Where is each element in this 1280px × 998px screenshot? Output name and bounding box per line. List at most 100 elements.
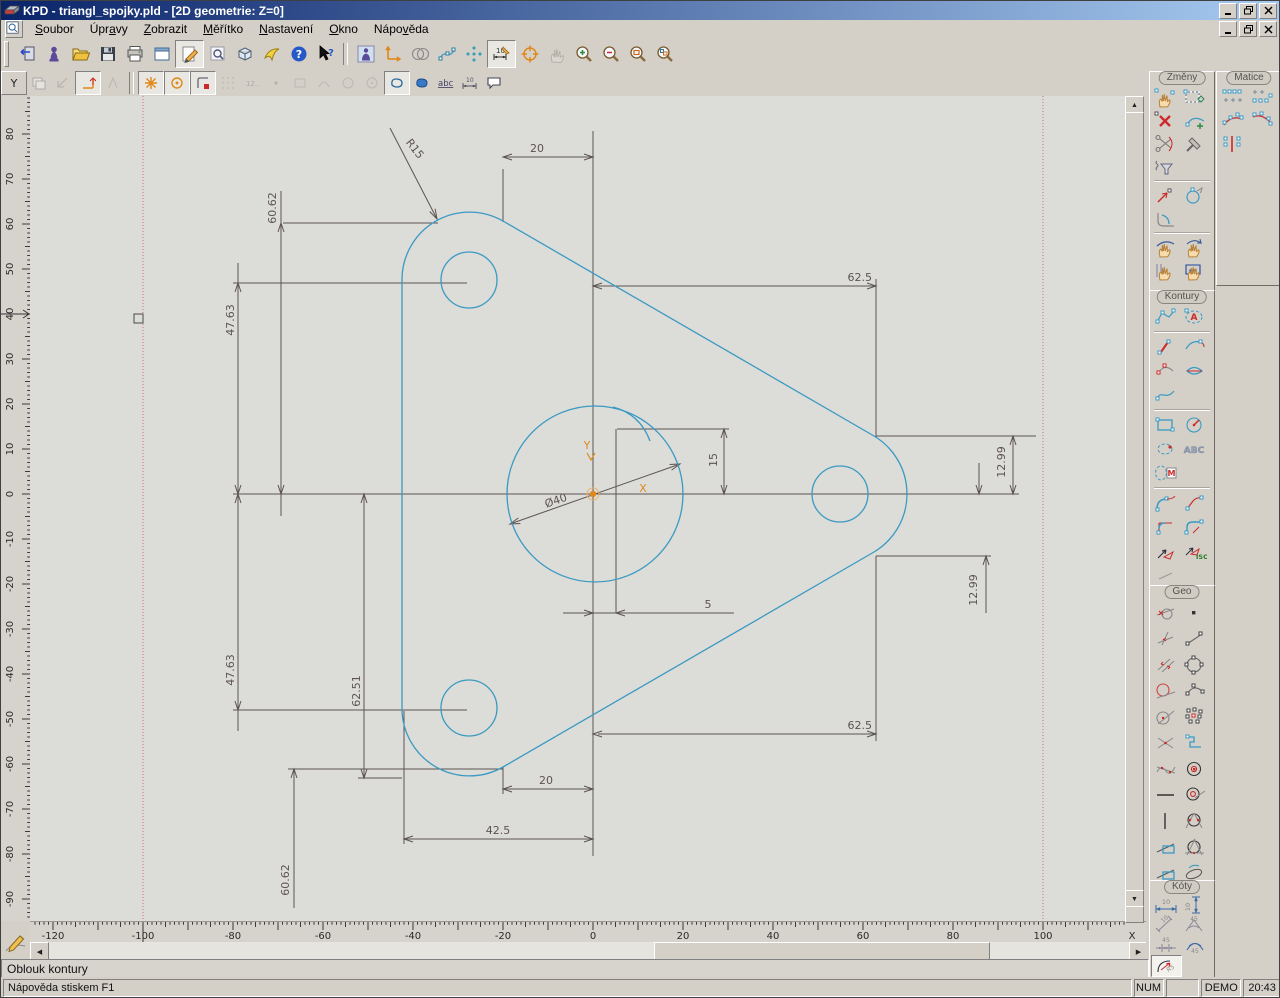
menu-npovda[interactable]: Nápověda — [366, 21, 437, 37]
preview-window-button[interactable] — [204, 41, 231, 67]
drag-window-hand-button[interactable] — [1180, 259, 1209, 282]
move-point-button[interactable] — [1151, 184, 1180, 207]
rectangle-button[interactable] — [1151, 413, 1180, 437]
freehand-curve-button[interactable] — [1151, 383, 1180, 407]
dim-labels-button[interactable]: 10 — [458, 72, 482, 94]
insert-point-button[interactable] — [1180, 109, 1209, 132]
circle-2-tangents-button[interactable] — [1180, 808, 1209, 834]
contour-arc-button[interactable] — [1180, 335, 1209, 359]
array-mirror-button[interactable] — [1218, 132, 1247, 155]
filter-funnel-button[interactable] — [1151, 155, 1180, 178]
mdi-restore-button[interactable] — [1239, 21, 1257, 37]
smash-element-button[interactable] — [1180, 132, 1209, 155]
snap-corner-button[interactable] — [75, 71, 101, 95]
menu-zobrazit[interactable]: Zobrazit — [136, 21, 195, 37]
contour-arc-segment[interactable] — [613, 407, 650, 441]
minimize-button[interactable] — [1219, 3, 1237, 19]
origin-axes-button[interactable] — [379, 41, 406, 67]
snap-circle-button[interactable] — [164, 71, 190, 95]
ellipse-point-button[interactable] — [1151, 437, 1180, 461]
mdi-close-button[interactable] — [1259, 21, 1277, 37]
profile-iso-button[interactable]: ISO — [1180, 539, 1209, 563]
edit-geometry-button[interactable] — [175, 40, 204, 68]
menu-okno[interactable]: Okno — [321, 21, 366, 37]
new-window-button[interactable] — [148, 41, 175, 67]
profile-arrow-button[interactable] — [1151, 539, 1180, 563]
part-manager-button[interactable] — [40, 41, 67, 67]
circle-tangent-button[interactable] — [1151, 678, 1180, 704]
view-3d-button[interactable] — [231, 41, 258, 67]
point-cloud-button[interactable] — [1180, 704, 1209, 730]
array-curve-2-button[interactable] — [1247, 109, 1276, 132]
show-dimensions-button[interactable]: 10 — [487, 40, 516, 68]
contour-outline-button[interactable] — [384, 71, 410, 95]
rect-angle-button[interactable] — [1151, 834, 1180, 860]
drawing-canvas[interactable]: Y X R15 20 62.5 12.99 12.99 Ø40 15 5 62.… — [30, 96, 1125, 921]
contour-fill-button[interactable] — [410, 72, 434, 94]
open-file-button[interactable] — [67, 41, 94, 67]
drag-arc-hand-button[interactable] — [1151, 236, 1180, 259]
comment-bubble-button[interactable] — [482, 72, 506, 94]
palette-title-geo[interactable]: Geo — [1165, 585, 1200, 599]
hole-upper-left[interactable] — [441, 252, 497, 308]
palette-title-zmeny[interactable]: Změny — [1159, 71, 1206, 85]
cut-scissors-button[interactable] — [1151, 132, 1180, 155]
horizontal-scrollbar[interactable]: ◀ ▶ — [30, 942, 1146, 959]
document-icon[interactable] — [5, 20, 23, 38]
zoom-in-button[interactable] — [570, 41, 597, 67]
lens-contour-button[interactable] — [1180, 359, 1209, 383]
menu-soubor[interactable]: Soubor — [27, 21, 82, 37]
dim-vertical-button[interactable]: 10 — [1180, 895, 1209, 915]
circle-compass-button[interactable] — [1180, 413, 1209, 437]
dim-angular-button[interactable]: 45 — [1180, 915, 1209, 935]
cross-lines-button[interactable] — [1151, 730, 1180, 756]
snap-point-button[interactable] — [138, 71, 164, 95]
fillet-corner-button[interactable] — [1151, 207, 1180, 230]
circle-line-angle-button[interactable] — [1151, 704, 1180, 730]
toolbar-gripper[interactable] — [4, 41, 9, 67]
select-entities-button[interactable] — [1180, 86, 1209, 109]
perpendicular-button[interactable] — [1151, 626, 1180, 652]
double-tangent-button[interactable] — [1151, 756, 1180, 782]
show-points-button[interactable] — [460, 41, 487, 67]
arc-by-points-button[interactable] — [1151, 359, 1180, 383]
dim-horizontal-button[interactable]: 10 — [1151, 895, 1180, 915]
arc-points-geo-button[interactable] — [1180, 678, 1209, 704]
ellipse-m-button[interactable]: M — [1151, 461, 1180, 485]
hole-lower-left[interactable] — [441, 680, 497, 736]
circle-3-tangents-button[interactable] — [1180, 834, 1209, 860]
zoom-window-button[interactable] — [624, 41, 651, 67]
zoom-out-button[interactable] — [597, 41, 624, 67]
show-spline-button[interactable] — [433, 41, 460, 67]
stretch-hand-button[interactable] — [1151, 259, 1180, 282]
zoom-extents-button[interactable] — [651, 41, 678, 67]
circle-center-line-button[interactable] — [1180, 782, 1209, 808]
break-contour-button[interactable] — [1180, 184, 1209, 207]
sketch-pencil-icon[interactable] — [4, 929, 28, 960]
dim-radius-button[interactable]: R5 — [1151, 955, 1182, 977]
dim-chain-button[interactable]: 45 — [1151, 935, 1180, 955]
title-bar[interactable]: KPD - triangl_spojky.pld - [2D geometrie… — [1, 1, 1280, 20]
contour-segment-button[interactable] — [1151, 335, 1180, 359]
postprocess-button[interactable] — [258, 41, 285, 67]
dim-arc-button[interactable]: 45 — [1180, 935, 1209, 955]
line-2-points-button[interactable] — [1180, 626, 1209, 652]
scroll-split-button[interactable] — [1125, 906, 1144, 923]
palette-title-koty[interactable]: Kóty — [1164, 880, 1200, 894]
print-button[interactable] — [121, 41, 148, 67]
import-part-button[interactable] — [13, 41, 40, 67]
save-file-button[interactable] — [94, 41, 121, 67]
array-linear-button[interactable] — [1218, 86, 1247, 109]
vertical-line-button[interactable] — [1151, 808, 1180, 834]
vertical-scroll-thumb[interactable] — [1125, 112, 1144, 892]
menu-nastaven[interactable]: Nastavení — [251, 21, 321, 37]
figure-view-button[interactable] — [352, 41, 379, 67]
blend-arc-button[interactable] — [1151, 491, 1180, 515]
vertical-scrollbar[interactable]: ▲ ▼ — [1125, 96, 1142, 921]
array-linear-2-button[interactable] — [1247, 86, 1276, 109]
circle-by-points-button[interactable] — [1180, 652, 1209, 678]
blend-corner-button[interactable] — [1180, 491, 1209, 515]
close-button[interactable] — [1259, 3, 1277, 19]
menu-pravy[interactable]: Úpravy — [82, 21, 136, 37]
show-circles-button[interactable] — [406, 41, 433, 67]
